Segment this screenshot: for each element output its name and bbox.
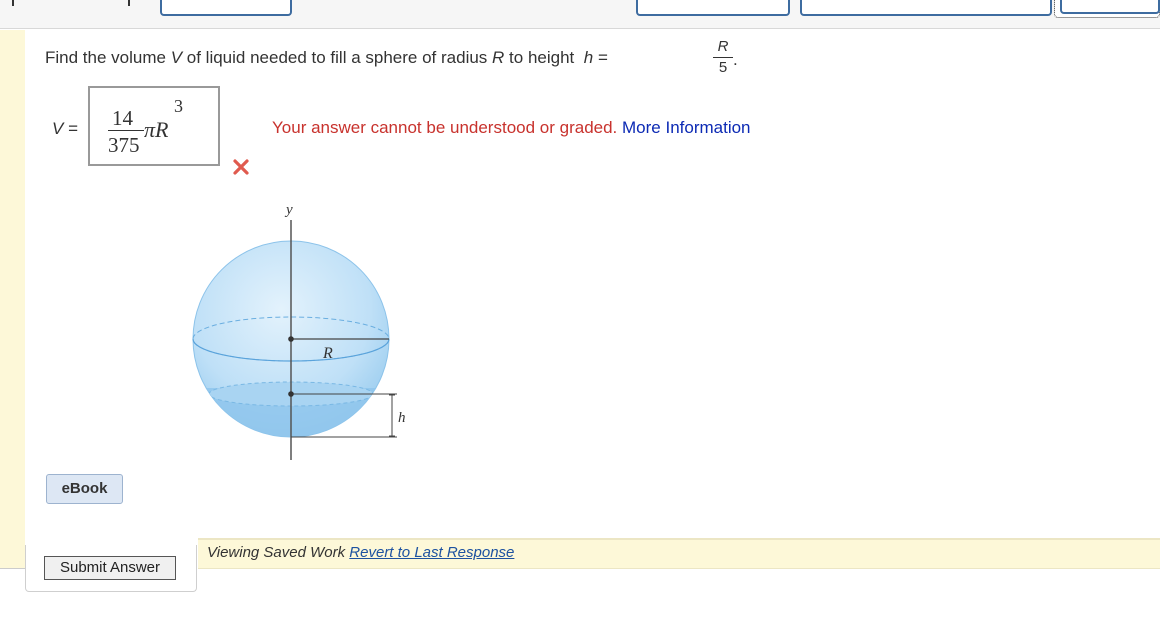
answer-label: V = — [52, 119, 78, 139]
question-to-height: to height — [509, 48, 575, 67]
radius-label: R — [322, 345, 333, 362]
more-information-link[interactable]: More Information — [622, 118, 751, 137]
feedback-message: Your answer cannot be understood or grad… — [272, 118, 751, 138]
answer-label-var: V — [52, 119, 64, 138]
fraction-denominator: 5 — [718, 59, 728, 76]
question-period: . — [733, 50, 738, 69]
toolbar-button[interactable] — [636, 0, 790, 16]
saved-work-message: Viewing Saved Work Revert to Last Respon… — [207, 544, 514, 561]
liquid-point — [288, 391, 294, 397]
answer-input[interactable]: 14 375 πR 3 — [88, 86, 220, 166]
answer-fraction-bar — [108, 130, 144, 131]
answer-symbol: πR — [144, 117, 169, 142]
variable-h: h — [583, 48, 594, 67]
toolbar-tick — [128, 0, 130, 6]
divider — [0, 568, 25, 569]
variable-r: R — [492, 48, 505, 67]
question-prefix: Find the volume — [45, 48, 166, 67]
center-point — [288, 336, 294, 342]
top-toolbar — [0, 0, 1160, 29]
toolbar-button[interactable] — [1060, 0, 1160, 14]
saved-work-text: Viewing Saved Work — [207, 544, 346, 561]
variable-v: V — [170, 48, 183, 67]
y-axis-label: y — [284, 202, 293, 218]
fraction-bar — [713, 57, 733, 58]
toolbar-tick — [12, 0, 14, 6]
answer-exponent: 3 — [174, 96, 183, 116]
equals-sign: = — [597, 48, 608, 67]
height-label: h — [398, 410, 406, 426]
question-middle: of liquid needed to fill a sphere of rad… — [186, 48, 488, 67]
question-text: Find the volume V of liquid needed to fi… — [45, 48, 608, 68]
toolbar-button[interactable] — [160, 0, 292, 16]
answer-numerator: 14 — [112, 106, 133, 130]
question-status-bar — [0, 30, 25, 568]
submit-answer-button[interactable]: Submit Answer — [44, 556, 176, 580]
toolbar-button[interactable] — [800, 0, 1052, 16]
fraction-numerator: R — [717, 38, 729, 55]
error-text: Your answer cannot be understood or grad… — [272, 118, 618, 137]
ebook-button[interactable]: eBook — [46, 474, 123, 504]
revert-link[interactable]: Revert to Last Response — [349, 544, 514, 561]
answer-label-eq: = — [68, 119, 79, 138]
answer-denominator: 375 — [108, 133, 140, 157]
incorrect-icon — [233, 159, 249, 175]
sphere-figure: y R h — [192, 202, 406, 460]
height-fraction: R 5 — [713, 38, 733, 77]
